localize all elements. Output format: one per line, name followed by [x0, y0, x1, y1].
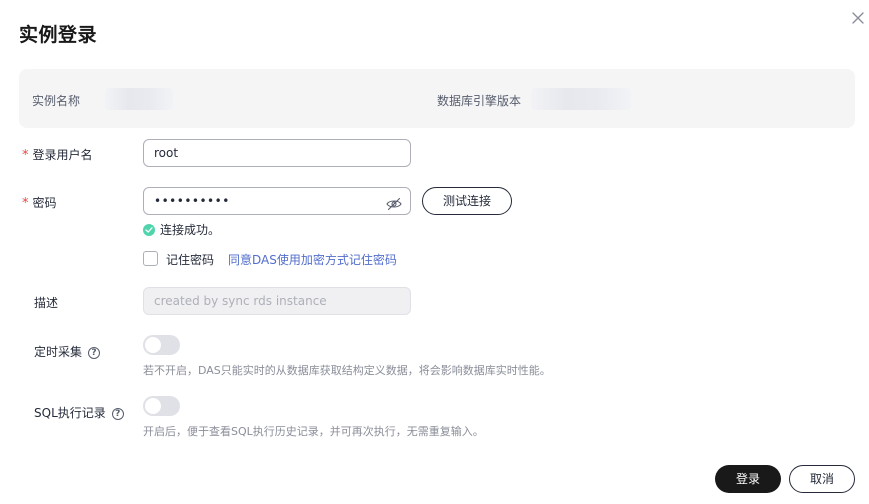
- connection-status-text: 连接成功。: [160, 223, 221, 237]
- required-mark: *: [22, 148, 29, 163]
- instance-name-label: 实例名称: [32, 94, 81, 108]
- password-input[interactable]: ••••••••••: [143, 187, 411, 215]
- remember-password-label[interactable]: 记住密码: [166, 251, 214, 268]
- sql-record-label: SQL执行记录?: [34, 404, 124, 421]
- description-input[interactable]: created by sync rds instance: [143, 287, 411, 315]
- question-circle-icon[interactable]: ?: [88, 346, 101, 359]
- sql-record-hint: 开启后，便于查看SQL执行历史记录，并可再次执行，无需重复输入。: [143, 425, 484, 438]
- required-mark: *: [22, 196, 29, 211]
- scheduled-collection-label: 定时采集?: [34, 343, 101, 360]
- sql-record-toggle[interactable]: [143, 396, 180, 416]
- engine-version-label: 数据库引擎版本: [437, 94, 522, 108]
- encrypt-consent-link[interactable]: 同意DAS使用加密方式记住密码: [228, 251, 397, 268]
- remember-password-checkbox[interactable]: [143, 251, 158, 266]
- test-connection-button[interactable]: 测试连接: [422, 187, 512, 215]
- description-label: 描述: [34, 296, 59, 310]
- password-masked-value: ••••••••••: [154, 194, 230, 208]
- question-circle-icon[interactable]: ?: [111, 407, 124, 420]
- dialog-title: 实例登录: [19, 24, 98, 46]
- instance-name-value-redacted: [105, 88, 173, 110]
- eye-off-icon[interactable]: [386, 194, 402, 211]
- toggle-knob: [145, 398, 161, 414]
- login-button[interactable]: 登录: [715, 465, 781, 493]
- instance-info-panel: 实例名称 数据库引擎版本: [19, 69, 855, 128]
- username-label: * 登录用户名: [22, 148, 93, 163]
- password-label: * 密码: [22, 196, 57, 211]
- close-icon[interactable]: [849, 9, 867, 27]
- cancel-button[interactable]: 取消: [789, 465, 855, 493]
- username-input[interactable]: root: [143, 139, 411, 167]
- connection-status: 连接成功。: [143, 221, 220, 238]
- toggle-knob: [145, 337, 161, 353]
- scheduled-collection-hint: 若不开启，DAS只能实时的从数据库获取结构定义数据，将会影响数据库实时性能。: [143, 364, 551, 377]
- check-circle-icon: [143, 223, 155, 236]
- scheduled-collection-toggle[interactable]: [143, 335, 180, 355]
- instance-login-dialog: 实例登录 实例名称 数据库引擎版本 * 登录用户名 root * 密码 ••••••…: [0, 0, 869, 504]
- engine-version-value-redacted: [531, 88, 631, 110]
